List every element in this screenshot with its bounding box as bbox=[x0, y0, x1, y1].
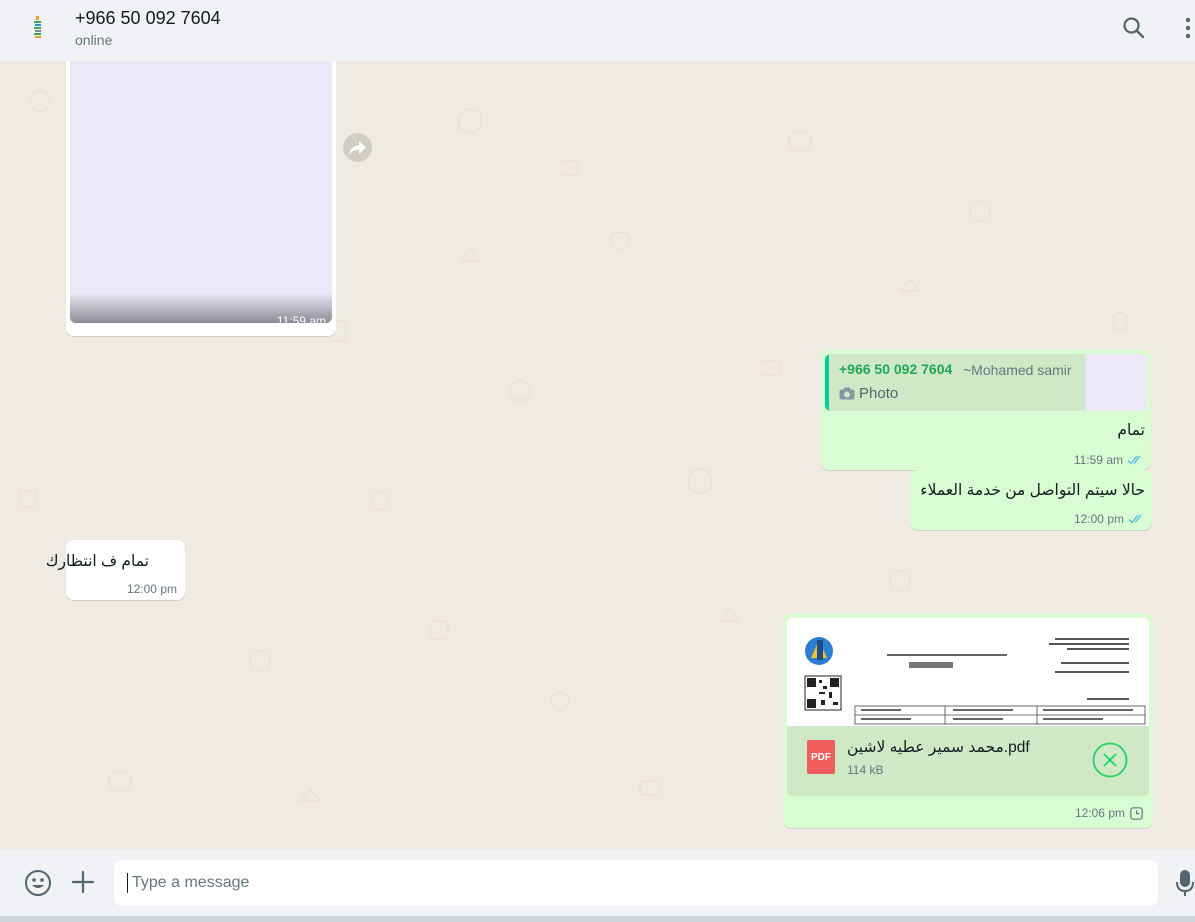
chat-header: +966 50 092 7604 online bbox=[0, 0, 1195, 61]
search-icon[interactable] bbox=[1120, 14, 1148, 42]
quoted-message[interactable]: +966 50 092 7604 ~Mohamed samir Photo bbox=[825, 354, 1147, 411]
incoming-text-message[interactable]: تمام ف انتظارك 12:00 pm bbox=[46, 540, 185, 600]
file-type-label: PDF bbox=[811, 752, 831, 763]
text-caret bbox=[127, 873, 128, 893]
message-time: 12:00 pm bbox=[126, 582, 177, 596]
plus-icon[interactable] bbox=[70, 869, 96, 895]
contact-name[interactable]: +966 50 092 7604 bbox=[75, 8, 221, 29]
document-preview-image bbox=[787, 618, 1149, 726]
media-image[interactable] bbox=[70, 61, 332, 323]
message-text: حالا سيتم التواصل من خدمة العملاء bbox=[920, 482, 1145, 499]
document-preview[interactable] bbox=[787, 618, 1149, 726]
quote-thumbnail bbox=[1085, 354, 1147, 411]
message-time: 12:06 pm bbox=[1074, 806, 1125, 820]
chat-area[interactable]: 11:59 am +966 50 092 7604 ~Mohamed samir… bbox=[0, 61, 1195, 849]
quote-accent-bar bbox=[825, 354, 829, 411]
mic-icon[interactable] bbox=[1176, 868, 1195, 898]
outgoing-document-message[interactable]: PDF محمد سمير عطيه لاشين.pdf 114 kB 12:0… bbox=[783, 614, 1153, 828]
message-time: 11:59 am bbox=[1073, 453, 1123, 467]
incoming-media-message[interactable]: 11:59 am bbox=[66, 61, 336, 336]
cancel-icon[interactable] bbox=[1092, 742, 1128, 778]
outgoing-text-message[interactable]: حالا سيتم التواصل من خدمة العملاء 12:00 … bbox=[910, 470, 1152, 530]
pdf-file-icon: PDF bbox=[807, 740, 835, 774]
message-time: 12:00 pm bbox=[1073, 512, 1124, 526]
quote-type: Photo bbox=[859, 385, 899, 402]
outgoing-reply-message[interactable]: +966 50 092 7604 ~Mohamed samir Photo تم… bbox=[821, 350, 1151, 470]
message-time: 11:59 am bbox=[276, 314, 326, 328]
document-file-size: 114 kB bbox=[847, 763, 884, 777]
emoji-icon[interactable] bbox=[24, 869, 52, 897]
document-file-name: محمد سمير عطيه لاشين.pdf bbox=[847, 739, 1030, 756]
quote-alias: ~Mohamed samir bbox=[963, 362, 1072, 378]
message-text: تمام bbox=[1117, 422, 1145, 439]
camera-icon bbox=[839, 387, 855, 400]
document-file-row[interactable]: PDF محمد سمير عطيه لاشين.pdf 114 kB bbox=[787, 726, 1149, 796]
contact-avatar[interactable] bbox=[18, 8, 58, 48]
double-check-icon bbox=[1127, 455, 1141, 465]
contact-status: online bbox=[75, 32, 113, 48]
menu-icon[interactable] bbox=[1176, 14, 1195, 42]
forward-icon[interactable] bbox=[343, 133, 372, 162]
quote-author: +966 50 092 7604 bbox=[839, 361, 953, 377]
double-check-icon bbox=[1128, 514, 1142, 524]
compose-bar bbox=[0, 849, 1195, 922]
message-input[interactable] bbox=[114, 860, 1158, 906]
clock-icon bbox=[1130, 807, 1143, 820]
message-text: تمام ف انتظارك bbox=[45, 553, 149, 570]
avatar-logo-icon bbox=[34, 16, 41, 38]
